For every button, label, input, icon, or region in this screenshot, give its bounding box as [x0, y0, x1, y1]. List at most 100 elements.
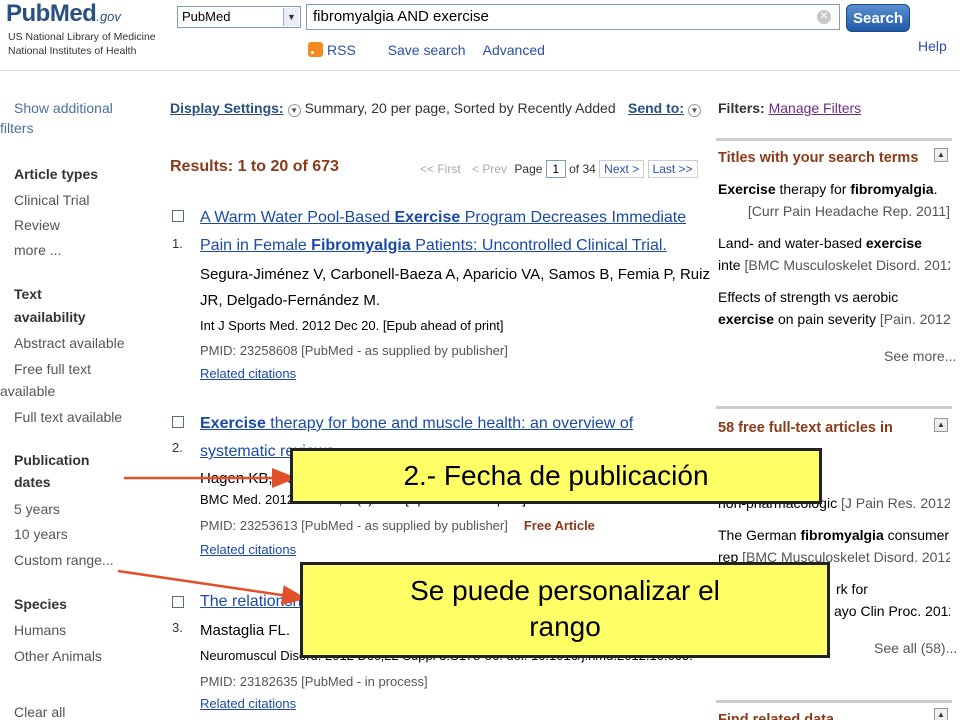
filter-clinical-trial[interactable]: Clinical Trial — [14, 192, 89, 208]
related-citations-link[interactable]: Related citations — [200, 696, 296, 711]
org-line-1: US National Library of Medicine — [8, 31, 156, 43]
logo-text: PubMed — [6, 0, 97, 27]
result-checkbox[interactable] — [172, 210, 184, 222]
database-select[interactable]: PubMed ▼ — [177, 6, 301, 28]
search-links: RSS Save search Advanced — [308, 42, 559, 58]
result-checkbox[interactable] — [172, 416, 184, 428]
filter-abstract-available[interactable]: Abstract available — [14, 335, 125, 351]
result-journal: Int J Sports Med. 2012 Dec 20. [Epub ahe… — [200, 318, 504, 333]
title-suggestion-1-source: [Curr Pain Headache Rep. 2011] — [718, 200, 950, 222]
rss-link[interactable]: RSS — [308, 42, 370, 58]
filter-10-years[interactable]: 10 years — [14, 526, 68, 542]
text: on pain severity — [774, 311, 877, 327]
filter-free-full-text[interactable]: Free full text — [14, 361, 91, 377]
annotation-line-2: rango — [529, 611, 601, 642]
filter-full-text-available[interactable]: Full text available — [14, 409, 122, 425]
title-highlight: Exercise — [200, 415, 266, 432]
panel-divider — [716, 700, 952, 703]
org-line-2: National Institutes of Health — [8, 45, 137, 57]
result-checkbox[interactable] — [172, 596, 184, 608]
filter-humans[interactable]: Humans — [14, 622, 66, 638]
first-page-button[interactable]: << First — [416, 162, 465, 176]
text: inte — [718, 257, 741, 273]
free-article-badge[interactable]: Free Article — [524, 518, 595, 533]
highlight: fibromyalgia — [800, 527, 884, 543]
text: consumer — [883, 527, 950, 543]
related-data-heading: Find related data — [718, 712, 835, 720]
text: Land- and water-based — [718, 235, 866, 251]
article-types-heading: Article types — [14, 166, 99, 182]
filter-free-full-text-2[interactable]: available — [0, 383, 55, 399]
result-title-link[interactable]: A Warm Water Pool-Based Exercise Program… — [200, 204, 710, 260]
rss-label: RSS — [327, 42, 356, 58]
page-count: of 34 — [569, 162, 596, 176]
title-suggestion-2[interactable]: Land- and water-based exercise — [718, 232, 950, 254]
collapse-icon[interactable]: ▲ — [934, 148, 948, 162]
filter-other-animals[interactable]: Other Animals — [14, 648, 102, 664]
filter-5-years[interactable]: 5 years — [14, 501, 60, 517]
related-citations-link[interactable]: Related citations — [200, 542, 296, 557]
result-pmid: PMID: 23253613 [PubMed - as supplied by … — [200, 518, 595, 533]
header-divider — [0, 70, 960, 71]
last-page-button[interactable]: Last >> — [647, 160, 698, 178]
result-pmid: PMID: 23258608 [PubMed - as supplied by … — [200, 343, 508, 358]
advanced-link[interactable]: Advanced — [483, 42, 545, 58]
help-link[interactable]: Help — [918, 38, 947, 54]
clear-all-link[interactable]: Clear all — [14, 704, 65, 720]
send-to[interactable]: Send to: ▼ — [628, 100, 705, 117]
chevron-down-icon[interactable]: ▼ — [688, 104, 701, 117]
display-settings-value: Summary, 20 per page, Sorted by Recently… — [304, 100, 616, 116]
panel-divider — [716, 138, 952, 141]
pubmed-logo[interactable]: PubMed.gov — [6, 0, 121, 28]
annotation-custom-range: Se puede personalizar el rango — [300, 562, 830, 658]
publication-dates-heading-2: dates — [14, 474, 51, 490]
highlight: fibromyalgia — [850, 181, 934, 197]
source: [Pain. 2012] — [879, 311, 950, 327]
text: The German — [718, 527, 801, 543]
title-suggestion-2-line2[interactable]: inte [BMC Musculoskelet Disord. 2012] — [718, 254, 950, 276]
title-highlight: Exercise — [394, 209, 461, 226]
see-all-link[interactable]: See all (58)... — [874, 640, 957, 656]
page-input[interactable]: 1 — [545, 160, 566, 178]
show-filters-link-2[interactable]: filters — [0, 120, 33, 136]
results-count: Results: 1 to 20 of 673 — [170, 158, 339, 175]
prev-page-button[interactable]: < Prev — [468, 162, 511, 176]
related-citations-link[interactable]: Related citations — [200, 366, 296, 381]
save-search-link[interactable]: Save search — [388, 42, 466, 58]
publication-dates-heading: Publication — [14, 452, 90, 468]
title-suggestion-1[interactable]: Exercise therapy for fibromyalgia. — [718, 178, 950, 200]
search-input[interactable]: fibromyalgia AND exercise ✕ — [306, 4, 840, 30]
panel-divider — [716, 406, 952, 409]
filter-more[interactable]: more ... — [14, 242, 61, 258]
result-pmid: PMID: 23182635 [PubMed - in process] — [200, 674, 428, 689]
result-authors: Segura-Jiménez V, Carbonell-Baeza A, Apa… — [200, 266, 710, 309]
send-to-link[interactable]: Send to: — [628, 100, 684, 116]
chevron-down-icon: ▼ — [283, 8, 299, 26]
manage-filters-link[interactable]: Manage Filters — [769, 100, 862, 116]
collapse-icon[interactable]: ▲ — [934, 708, 948, 720]
species-heading: Species — [14, 596, 67, 612]
filter-review[interactable]: Review — [14, 217, 60, 233]
title-suggestion-3[interactable]: Effects of strength vs aerobic — [718, 286, 950, 308]
clear-icon[interactable]: ✕ — [817, 10, 831, 24]
next-page-button[interactable]: Next > — [599, 160, 645, 178]
collapse-icon[interactable]: ▲ — [934, 418, 948, 432]
free-article-2[interactable]: The German fibromyalgia consumer — [718, 524, 950, 546]
text: therapy for — [775, 181, 851, 197]
pmid-text: PMID: 23253613 [PubMed - as supplied by … — [200, 518, 508, 533]
display-settings-link[interactable]: Display Settings: — [170, 100, 284, 116]
filters-label: Filters: — [718, 100, 765, 116]
free-articles-heading: 58 free full-text articles in — [718, 420, 893, 436]
display-settings: Display Settings: ▼ Summary, 20 per page, … — [170, 100, 616, 117]
title-suggestion-3-line2[interactable]: exercise on pain severity [Pain. 2012] — [718, 308, 950, 330]
source: [J Pain Res. 2012] — [840, 495, 950, 511]
search-button[interactable]: Search — [846, 4, 910, 32]
chevron-down-icon[interactable]: ▼ — [287, 104, 301, 117]
pagination: << First < Prev Page 1 of 34 Next > Last… — [416, 160, 698, 178]
filter-custom-range[interactable]: Custom range... — [14, 552, 114, 568]
show-filters-link[interactable]: Show additional — [14, 100, 113, 116]
text-availability-heading: Text — [14, 286, 42, 302]
result-number: 2. — [172, 440, 183, 455]
see-more-link[interactable]: See more... — [884, 348, 956, 364]
filters-bar: Filters: Manage Filters — [718, 100, 861, 116]
